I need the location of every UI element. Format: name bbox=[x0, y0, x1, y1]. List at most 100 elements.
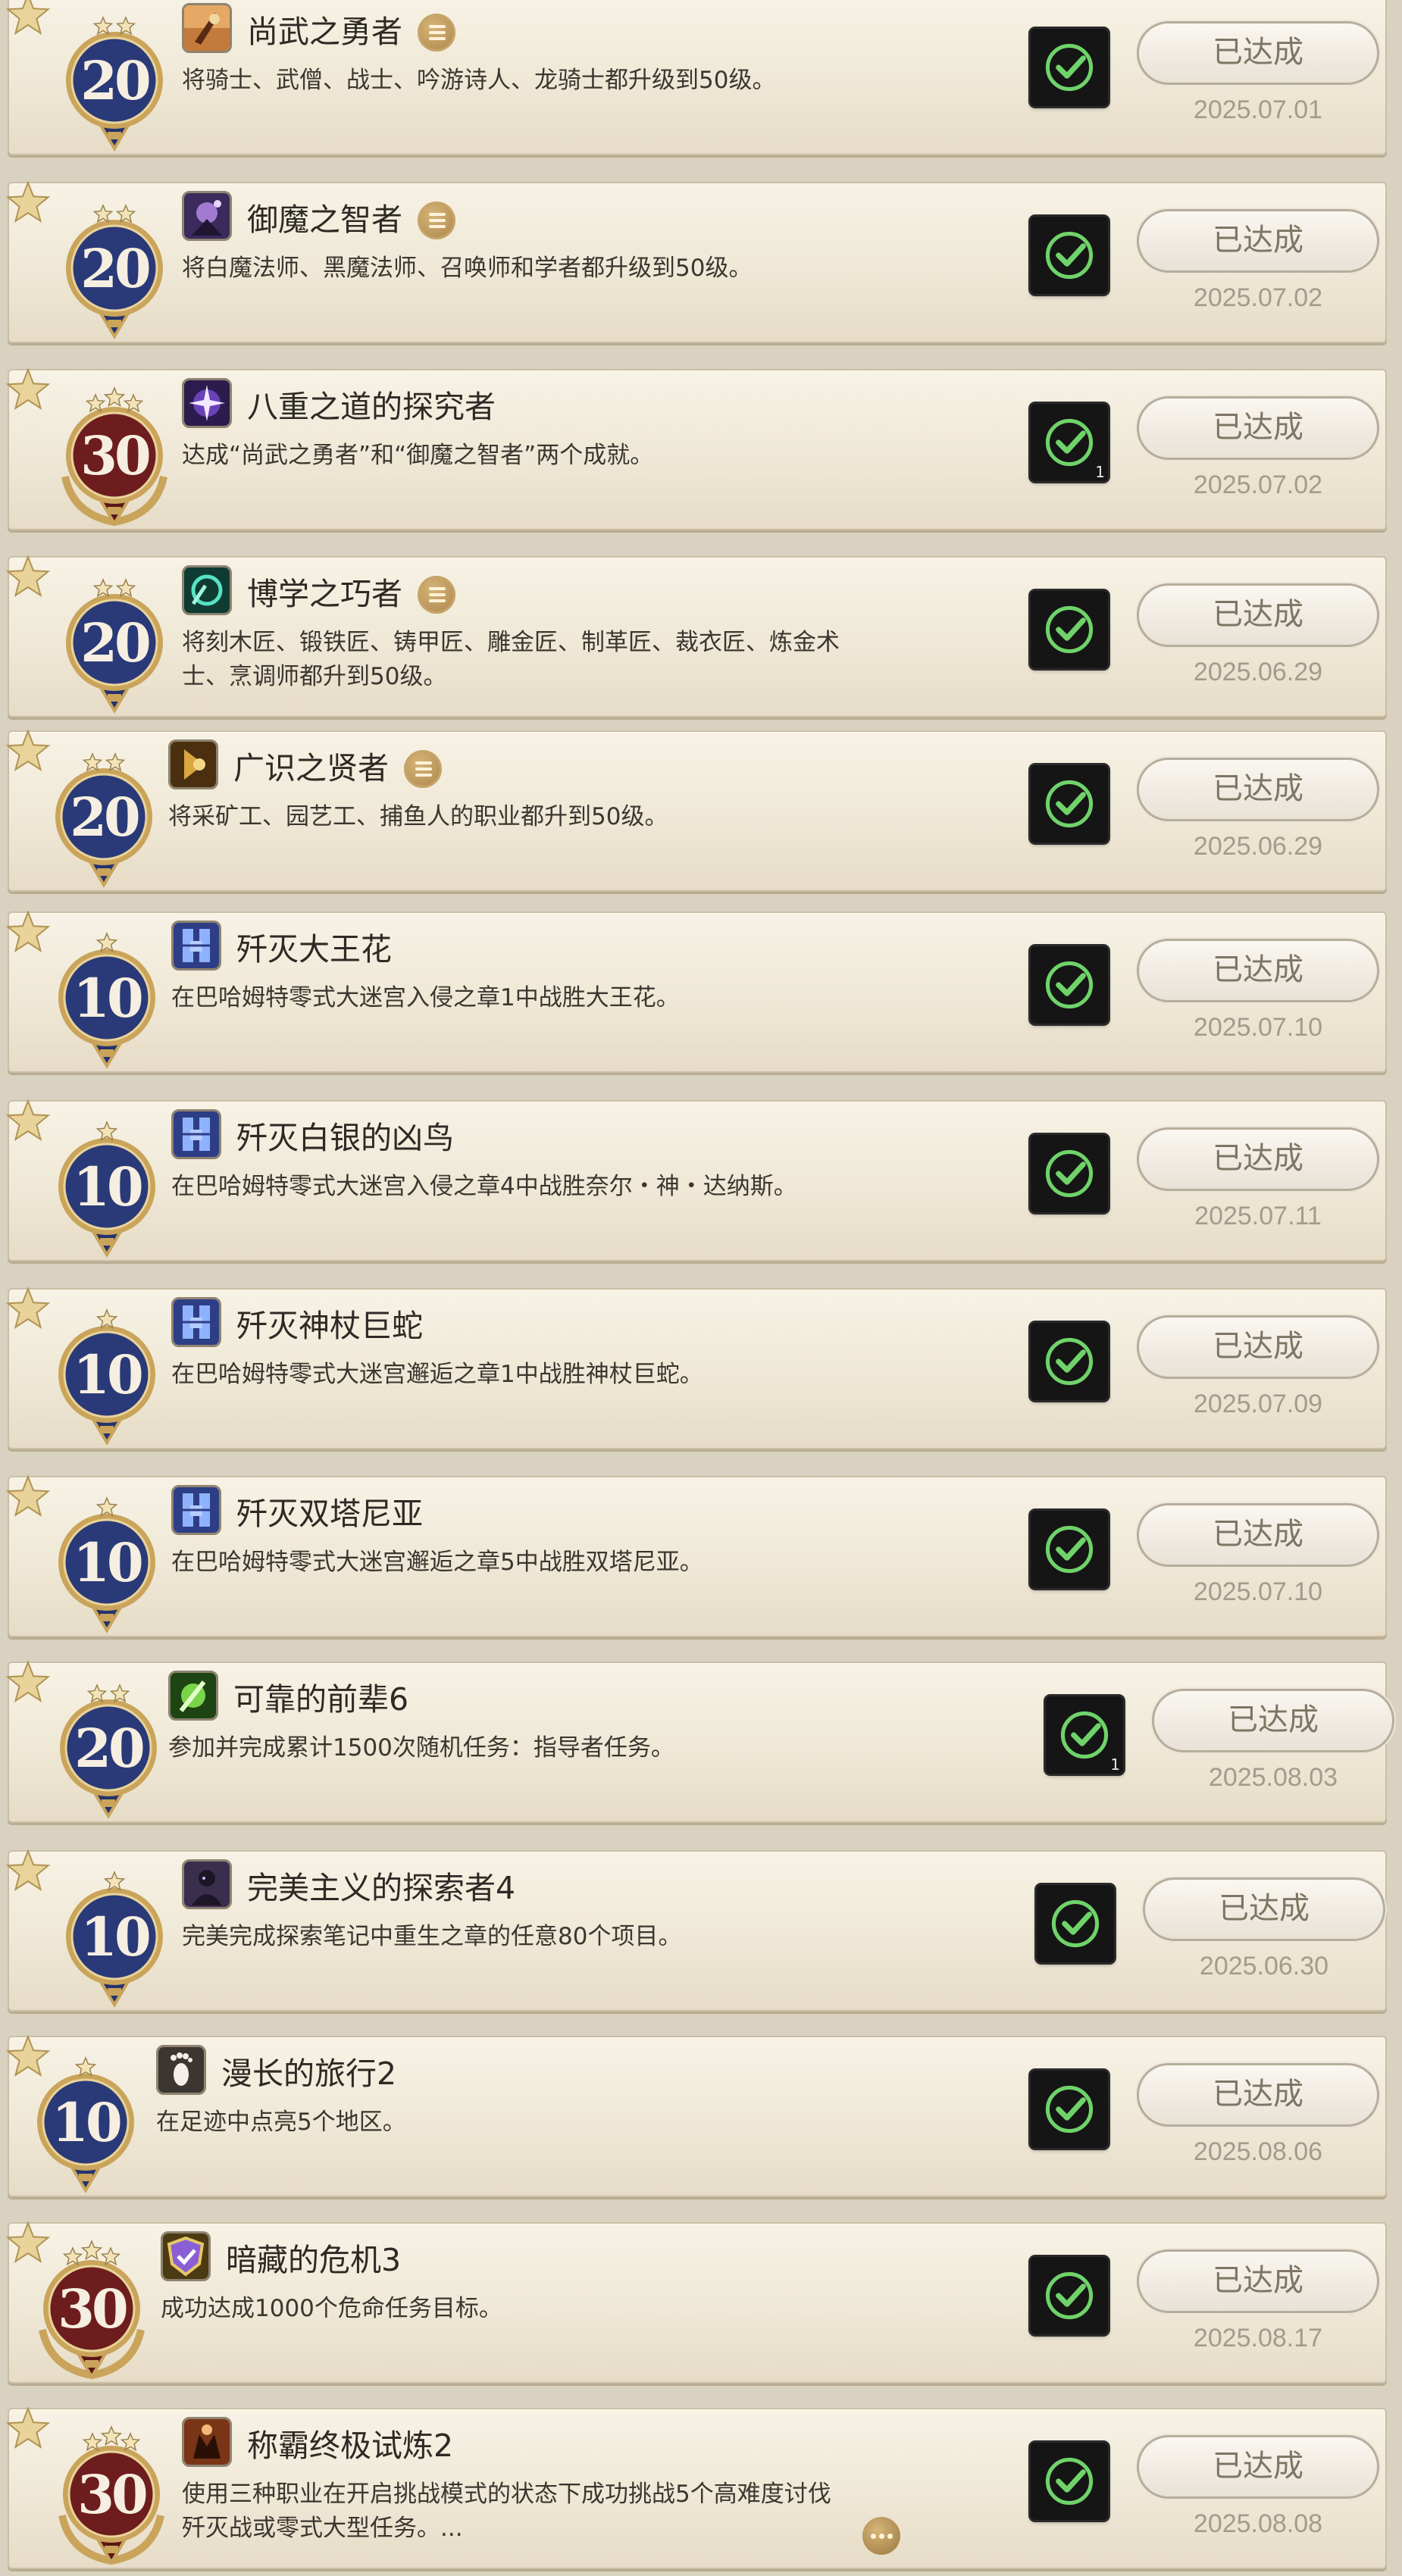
achievement-card[interactable]: 20 御魔之智者将白魔法师、黑魔法师、召唤师和学者都升级到50级。 已达成 2025.… bbox=[5, 180, 1387, 343]
svg-text:20: 20 bbox=[80, 237, 149, 300]
achievement-card[interactable]: 30 称霸终极试炼2 使用三种职业在开启挑战模式的状态下成功挑战5个高难度讨伐歼灭战… bbox=[5, 2406, 1387, 2569]
achievement-card[interactable]: 10 歼灭双塔尼亚在巴哈姆特零式大迷宫邂逅之章5中战胜双塔尼亚。 已达成 2025.0… bbox=[5, 1474, 1387, 1637]
achievement-title: 歼灭大王花 bbox=[236, 931, 392, 968]
achievement-title: 尚武之勇者 bbox=[247, 14, 402, 50]
completed-button[interactable]: 已达成 bbox=[1137, 209, 1379, 273]
tracked-check-icon[interactable] bbox=[1031, 765, 1108, 843]
completed-button[interactable]: 已达成 bbox=[1137, 2063, 1379, 2127]
completed-button[interactable]: 已达成 bbox=[1137, 1315, 1379, 1379]
tracked-check-icon[interactable]: 1 bbox=[1031, 404, 1108, 481]
achievement-title: 御魔之智者 bbox=[247, 202, 402, 238]
achievement-description: 在足迹中点亮5个地区。 bbox=[156, 2109, 406, 2136]
achievement-list: 20 尚武之勇者 将骑士、武僧、战士、吟游诗人、龙骑士都升级到50级。 已达成 2025… bbox=[0, 0, 1402, 2576]
tracked-check-icon[interactable] bbox=[1031, 591, 1108, 668]
tracked-check-icon[interactable] bbox=[1037, 1885, 1114, 1962]
gatherer-crest-icon bbox=[168, 739, 218, 789]
completed-button[interactable]: 已达成 bbox=[1137, 2249, 1379, 2313]
achievement-description: 将采矿工、园艺工、捕鱼人的职业都升到50级。 bbox=[168, 803, 668, 830]
list-details-icon[interactable] bbox=[404, 750, 442, 788]
achievement-card[interactable]: 20 广识之贤者将采矿工、园艺工、捕鱼人的职业都升到50级。 已达成 2025.06.… bbox=[5, 729, 1387, 892]
raid-crystal-icon bbox=[171, 1109, 221, 1159]
achievement-card[interactable]: 20 尚武之勇者 将骑士、武僧、战士、吟游诗人、龙骑士都升级到50级。 已达成 2025… bbox=[5, 0, 1387, 155]
achievement-card[interactable]: 10 歼灭白银的凶鸟 在巴哈姆特零式大迷宫入侵之章4中战胜奈尔・神・达纳斯。 已达成 2… bbox=[5, 1099, 1387, 1261]
completed-button[interactable]: 已达成 bbox=[1137, 758, 1379, 821]
completed-button[interactable]: 已达成 bbox=[1143, 1877, 1385, 1941]
achievement-description: 在巴哈姆特零式大迷宫入侵之章1中战胜大王花。 bbox=[171, 984, 680, 1011]
svg-text:10: 10 bbox=[73, 1343, 142, 1406]
completion-date: 2025.07.10 bbox=[1193, 1013, 1323, 1042]
completed-button[interactable]: 已达成 bbox=[1137, 396, 1379, 460]
tracked-check-icon[interactable] bbox=[1031, 1135, 1108, 1212]
points-medal: 10 bbox=[35, 928, 179, 1072]
points-medal: 30 bbox=[39, 2424, 183, 2568]
tracked-check-icon[interactable] bbox=[1031, 217, 1108, 294]
mage-crest-icon bbox=[182, 191, 232, 241]
achievement-title: 八重之道的探究者 bbox=[247, 389, 496, 425]
tracked-check-icon[interactable] bbox=[1031, 1323, 1108, 1400]
points-medal: 30 bbox=[20, 2239, 164, 2383]
achievement-title: 可靠的前辈6 bbox=[233, 1681, 409, 1718]
points-medal: 20 bbox=[42, 11, 186, 155]
completion-date: 2025.08.08 bbox=[1193, 2509, 1323, 2538]
raid-crystal-icon bbox=[171, 1297, 221, 1347]
svg-text:10: 10 bbox=[73, 1531, 142, 1594]
tracked-check-icon[interactable] bbox=[1031, 29, 1108, 106]
completion-date: 2025.08.06 bbox=[1193, 2137, 1323, 2166]
completion-date: 2025.07.02 bbox=[1193, 283, 1323, 312]
completion-date: 2025.07.01 bbox=[1193, 95, 1323, 124]
completed-button[interactable]: 已达成 bbox=[1152, 1689, 1394, 1752]
footprint-icon bbox=[156, 2045, 206, 2095]
tracked-check-icon[interactable] bbox=[1031, 946, 1108, 1024]
list-details-icon[interactable] bbox=[418, 576, 455, 614]
svg-text:30: 30 bbox=[58, 2277, 127, 2340]
tracked-check-icon[interactable] bbox=[1031, 2257, 1108, 2334]
raid-crystal-icon bbox=[171, 921, 221, 971]
completed-button[interactable]: 已达成 bbox=[1137, 21, 1379, 85]
points-medal: 10 bbox=[14, 2052, 158, 2196]
achievement-card[interactable]: 10 歼灭神杖巨蛇 在巴哈姆特零式大迷宫邂逅之章1中战胜神杖巨蛇。 已达成 2025.0… bbox=[5, 1286, 1387, 1449]
achievement-card[interactable]: 20 博学之巧者 将刻木匠、锻铁匠、铸甲匠、雕金匠、制革匠、裁衣匠、炼金术士、烹调师… bbox=[5, 555, 1387, 717]
achievement-description: 在巴哈姆特零式大迷宫邂逅之章5中战胜双塔尼亚。 bbox=[171, 1549, 703, 1576]
achievement-card[interactable]: 10 漫长的旅行2 在足迹中点亮5个地区。 已达成 2025.08.06 bbox=[5, 2034, 1387, 2197]
completed-button[interactable]: 已达成 bbox=[1137, 2435, 1379, 2499]
tracked-check-icon[interactable] bbox=[1031, 1511, 1108, 1588]
achievement-description: 成功达成1000个危命任务目标。 bbox=[161, 2295, 502, 2322]
achievement-card[interactable]: 10 歼灭大王花在巴哈姆特零式大迷宫入侵之章1中战胜大王花。 已达成 2025.07.… bbox=[5, 910, 1387, 1073]
completed-button[interactable]: 已达成 bbox=[1137, 1127, 1379, 1191]
tracked-check-icon[interactable] bbox=[1031, 2443, 1108, 2520]
tracked-check-icon[interactable]: 1 bbox=[1046, 1696, 1123, 1774]
achievement-card[interactable]: 30 八重之道的探究者 达成“尚武之勇者”和“御魔之智者”两个成就。 1 已达成 2025… bbox=[5, 367, 1387, 530]
tracked-check-icon[interactable] bbox=[1031, 2071, 1108, 2148]
completion-date: 2025.07.09 bbox=[1193, 1390, 1323, 1418]
mentor-green-icon bbox=[168, 1671, 218, 1721]
achievement-title: 歼灭白银的凶鸟 bbox=[236, 1120, 454, 1156]
completion-date: 2025.08.17 bbox=[1193, 2324, 1323, 2352]
svg-text:30: 30 bbox=[77, 2463, 146, 2526]
completed-button[interactable]: 已达成 bbox=[1137, 583, 1379, 647]
completion-date: 2025.06.29 bbox=[1193, 832, 1323, 861]
completed-button[interactable]: 已达成 bbox=[1137, 939, 1379, 1002]
achievement-description: 在巴哈姆特零式大迷宫邂逅之章1中战胜神杖巨蛇。 bbox=[171, 1361, 703, 1388]
achievement-title: 博学之巧者 bbox=[247, 576, 402, 612]
svg-text:20: 20 bbox=[80, 611, 149, 674]
warrior-crest-icon bbox=[182, 3, 232, 53]
completion-date: 2025.07.02 bbox=[1193, 470, 1323, 499]
achievement-title: 广识之贤者 bbox=[233, 750, 389, 786]
list-details-icon[interactable] bbox=[418, 202, 455, 239]
achievement-card[interactable]: 30 暗藏的危机3 成功达成1000个危命任务目标。 已达成 2025.08.17 bbox=[5, 2221, 1387, 2384]
explorer-portrait-icon bbox=[182, 1859, 232, 1909]
completed-button[interactable]: 已达成 bbox=[1137, 1503, 1379, 1567]
points-medal: 10 bbox=[35, 1117, 179, 1261]
achievement-description: 将白魔法师、黑魔法师、召唤师和学者都升级到50级。 bbox=[182, 255, 753, 282]
achievement-card[interactable]: 10 完美主义的探索者4 完美完成探索笔记中重生之章的任意80个项目。 已达成 2025… bbox=[5, 1849, 1387, 2012]
achievement-card[interactable]: 20 可靠的前辈6 参加并完成累计1500次随机任务：指导者任务。 1 已达成 2025.… bbox=[5, 1660, 1394, 1823]
achievement-title: 完美主义的探索者4 bbox=[247, 1870, 516, 1906]
achievement-title: 歼灭双塔尼亚 bbox=[236, 1496, 423, 1532]
svg-text:20: 20 bbox=[70, 786, 139, 849]
completion-date: 2025.07.10 bbox=[1193, 1577, 1323, 1606]
list-details-icon[interactable] bbox=[418, 14, 455, 52]
completion-date: 2025.06.29 bbox=[1193, 658, 1323, 686]
check-count: 1 bbox=[1110, 1755, 1120, 1774]
achievement-title: 漫长的旅行2 bbox=[221, 2055, 397, 2092]
more-options-icon[interactable] bbox=[862, 2517, 900, 2555]
